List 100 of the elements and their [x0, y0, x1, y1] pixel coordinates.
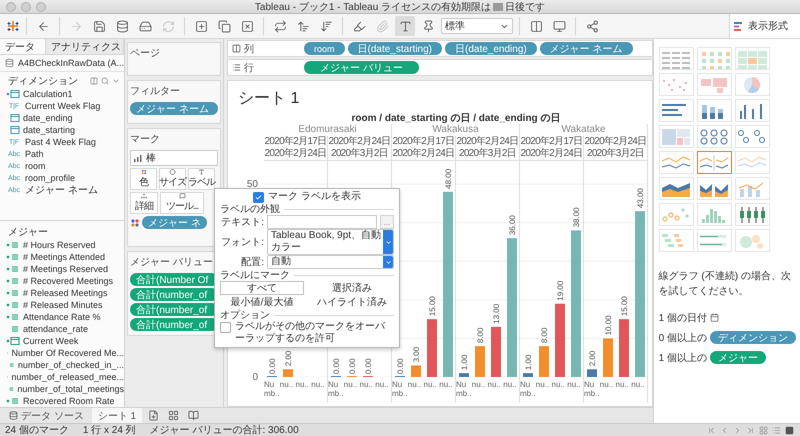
field-name[interactable]: # Meetings Attended [23, 252, 106, 262]
dropdown[interactable]: 自動 [267, 255, 394, 269]
mark-property-button[interactable]: 詳細 [130, 192, 158, 214]
mark-property-button[interactable]: ラベル [188, 168, 215, 190]
show-me-tab[interactable]: 表示形式 [729, 14, 800, 38]
axis-label: nu.. [408, 379, 422, 391]
header-title: room / date_starting の日 / date_ending の日 [350, 113, 562, 124]
checkbox[interactable] [253, 192, 264, 203]
field-name[interactable]: Current Week Flag [25, 101, 100, 111]
calendar-icon [6, 336, 20, 346]
database-icon [9, 411, 18, 420]
section-title: オプション [220, 308, 270, 322]
segment-option[interactable]: 最小値/最大値 [220, 295, 304, 309]
measure-icon [6, 252, 20, 262]
section-title: メジャー [8, 226, 48, 239]
field-name[interactable]: Current Week [23, 336, 78, 346]
column-header: 2020年2月24日 [328, 136, 390, 148]
mark-property-button[interactable]: サイズ [159, 168, 186, 190]
field-name[interactable]: Calculation1 [23, 89, 73, 99]
requirement-text: 1 個以上の [658, 352, 707, 364]
field-name[interactable]: Past 4 Week Flag [25, 137, 96, 147]
search-icon[interactable] [101, 77, 109, 85]
axis-label: nu.. [424, 379, 438, 391]
field-name[interactable]: Path [25, 149, 44, 159]
field-name[interactable]: date_starting [23, 125, 76, 135]
axis-label: nu.. [360, 379, 374, 391]
axis-label: nu.. [344, 379, 358, 391]
field-type-pill: ディメンション [710, 331, 796, 344]
value-label: 3.00 [412, 346, 421, 362]
mark-property-button[interactable]: ツール... [160, 192, 204, 214]
column-header: 2020年2月24日 [392, 148, 454, 160]
field-name[interactable]: # Recovered Meetings [23, 276, 114, 286]
field-name[interactable]: number_of_released_mee... [11, 372, 124, 382]
card-title: フィルター [130, 85, 181, 98]
plus-cluster-logo-icon [6, 19, 20, 33]
measure-icon [6, 240, 20, 250]
redacted-block [493, 3, 504, 11]
segment-option[interactable]: 選択済み [310, 281, 394, 295]
caret-icon[interactable] [112, 77, 120, 85]
mark-property-button[interactable]: 色 [130, 168, 157, 190]
data-source-name[interactable]: A4BCheckInRawData (A... [18, 58, 124, 68]
list-view-icon[interactable] [772, 426, 781, 434]
field-name[interactable]: room [25, 161, 46, 171]
square-view-icon[interactable] [785, 426, 794, 434]
mark-type-select[interactable]: 棒 [130, 150, 218, 166]
field-name[interactable]: Recovered Room Rate [23, 396, 115, 406]
field-name[interactable]: number_of_total_meetings [17, 384, 124, 394]
sheet-tab[interactable]: シート 1 [92, 408, 142, 423]
speech-bubble-icon [178, 193, 186, 199]
shelf-label: 列 [244, 42, 254, 56]
rows-icon [232, 63, 241, 72]
value-label: 10.00 [604, 315, 613, 336]
field-name[interactable]: Number Of Recovered Me... [11, 348, 124, 358]
first-page-icon[interactable] [707, 426, 716, 434]
highlight-table-thumbnail [736, 48, 768, 68]
field-name[interactable]: date_ending [23, 113, 73, 123]
value-label: 13.00 [492, 304, 501, 324]
axis-label: nu.. [280, 379, 294, 391]
fit-select[interactable]: 標準 [441, 18, 513, 34]
column-header: 2020年3月2日 [586, 148, 644, 160]
field-name[interactable]: attendance_rate [23, 324, 88, 334]
column-header: 2020年2月17日 [392, 136, 454, 148]
last-page-icon[interactable] [746, 426, 755, 434]
axis-tick-label: 50 [246, 179, 258, 190]
axis-label: nu.. [375, 379, 390, 391]
pane-tab[interactable]: アナリティクス [46, 39, 124, 54]
segment-option[interactable]: すべて [220, 281, 304, 295]
axis-label: nu.. [567, 379, 582, 391]
text-field[interactable] [267, 215, 377, 229]
field-name[interactable]: number_of_checked_in_... [18, 360, 124, 370]
axis-label: Numb.. [264, 379, 280, 400]
dropdown[interactable]: Tableau Book, 9pt、自動カラー [267, 229, 394, 255]
axis-tick-label: 0 [252, 372, 258, 383]
grid-view-icon[interactable] [759, 426, 768, 434]
database-icon [5, 58, 14, 68]
field-name[interactable]: メジャー ネーム [25, 183, 98, 197]
shelf-label: 行 [244, 62, 254, 74]
measure-icon [6, 300, 20, 310]
field-name[interactable]: Attendance Rate % [23, 312, 101, 322]
dots-icon [139, 193, 149, 199]
field-name[interactable]: # Released Minutes [23, 300, 103, 310]
field-label: 配置: [240, 256, 264, 269]
previous-icon[interactable] [720, 426, 729, 434]
columns-icon[interactable] [90, 77, 98, 85]
axis-label: nu.. [439, 379, 454, 391]
checkbox[interactable] [220, 322, 231, 333]
field-name[interactable]: # Meetings Reserved [23, 264, 108, 274]
data-source-tab[interactable]: データ ソース [3, 408, 90, 423]
chart-type-option[interactable] [696, 151, 732, 174]
field-name[interactable]: # Released Meetings [23, 288, 108, 298]
value-label: 8.00 [540, 328, 549, 344]
axis-label: nu.. [311, 379, 326, 391]
segment-option[interactable]: ハイライト済み [310, 295, 394, 309]
axis-label: Numb.. [520, 379, 536, 400]
field-label: フォント: [220, 236, 264, 249]
value-label: 19.00 [556, 280, 565, 301]
text-icon[interactable] [395, 16, 415, 36]
field-name[interactable]: room_profile [25, 173, 76, 183]
field-name[interactable]: # Hours Reserved [23, 240, 96, 250]
next-icon[interactable] [733, 426, 742, 434]
